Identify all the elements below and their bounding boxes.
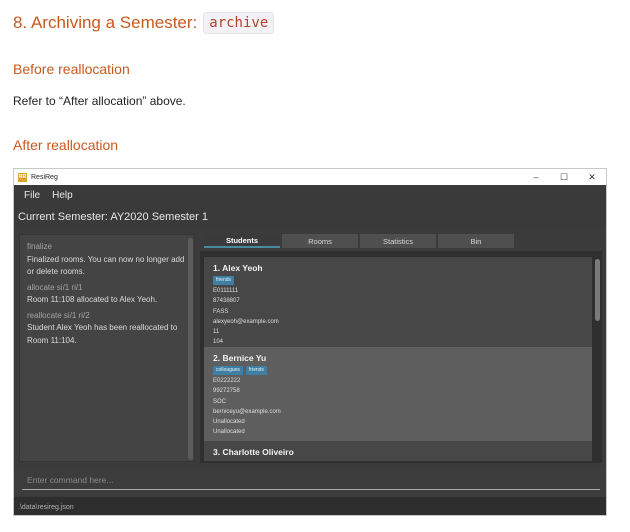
before-text: Refer to “After allocation” above. [13, 94, 186, 108]
student-faculty: FASS [213, 308, 229, 315]
result-command: finalize [27, 242, 52, 251]
student-name: 3. Charlotte Oliveiro [213, 447, 294, 457]
result-command: reallocate si/1 ri/2 [27, 310, 90, 320]
student-id: E0111111 [213, 288, 239, 294]
tag-badge: friends [245, 366, 267, 375]
student-floor: Unallocated [213, 419, 245, 426]
current-semester-label: Current Semester: AY2020 Semester 1 [14, 205, 606, 229]
tab-students[interactable]: Students [204, 234, 280, 248]
menu-help[interactable]: Help [52, 190, 73, 201]
tab-rooms[interactable]: Rooms [282, 234, 358, 248]
tag-badge: friends [213, 276, 235, 285]
command-box [14, 468, 606, 496]
student-faculty: SOC [213, 398, 227, 405]
menu-file[interactable]: File [24, 190, 40, 201]
close-icon[interactable]: ✕ [578, 172, 606, 183]
student-id: E0222222 [213, 378, 241, 384]
command-input[interactable] [22, 470, 600, 490]
result-message: Room 11:108 allocated to Alex Yeoh. [27, 295, 158, 304]
student-email: alexyeoh@example.com [213, 318, 279, 325]
student-list-scrollbar[interactable] [595, 259, 600, 321]
tab-bar: Students Rooms Statistics Bin [204, 234, 514, 248]
status-bar: .\data\resireg.json [14, 497, 606, 515]
app-window: RR ResiReg – ☐ ✕ File Help Current Semes… [13, 168, 607, 516]
result-message: Student Alex Yeoh has been reallocated t… [27, 323, 178, 345]
student-name: 2. Bernice Yu [213, 353, 267, 363]
student-phone: 99272758 [213, 388, 240, 395]
maximize-icon[interactable]: ☐ [550, 172, 578, 183]
app-icon: RR [18, 172, 27, 182]
result-scrollbar[interactable] [188, 238, 193, 460]
student-email: berniceyu@example.com [213, 408, 281, 415]
tab-bin[interactable]: Bin [438, 234, 514, 248]
menu-bar: File Help [14, 185, 606, 205]
student-card[interactable]: 3. Charlotte Oliveiro [204, 441, 592, 461]
student-card[interactable]: 2. Bernice Yu colleagues friends E022222… [204, 347, 592, 441]
tag-badge: colleagues [213, 366, 243, 375]
data-file-path: .\data\resireg.json [18, 503, 74, 511]
section-title-text: 8. Archiving a Semester: [13, 13, 198, 32]
result-message: Finalized rooms. You can now no longer a… [27, 254, 185, 277]
after-heading: After reallocation [13, 137, 119, 153]
student-card[interactable]: 1. Alex Yeoh friends E0111111 87438807 F… [204, 257, 592, 347]
window-title: ResiReg [31, 173, 58, 181]
result-command: allocate si/1 ri/1 [27, 282, 83, 292]
tab-statistics[interactable]: Statistics [360, 234, 436, 248]
minimize-icon[interactable]: – [522, 172, 550, 183]
student-phone: 87438807 [213, 298, 240, 305]
student-name: 1. Alex Yeoh [213, 263, 263, 273]
student-list: 1. Alex Yeoh friends E0111111 87438807 F… [200, 251, 602, 463]
result-display: finalize Finalized rooms. You can now no… [19, 234, 195, 462]
section-code: archive [203, 12, 275, 34]
before-heading: Before reallocation [13, 61, 130, 77]
student-room: Unallocated [213, 429, 245, 436]
title-bar: RR ResiReg – ☐ ✕ [14, 169, 606, 185]
section-title: 8. Archiving a Semester: archive [13, 12, 275, 34]
student-floor: 11 [213, 329, 220, 336]
